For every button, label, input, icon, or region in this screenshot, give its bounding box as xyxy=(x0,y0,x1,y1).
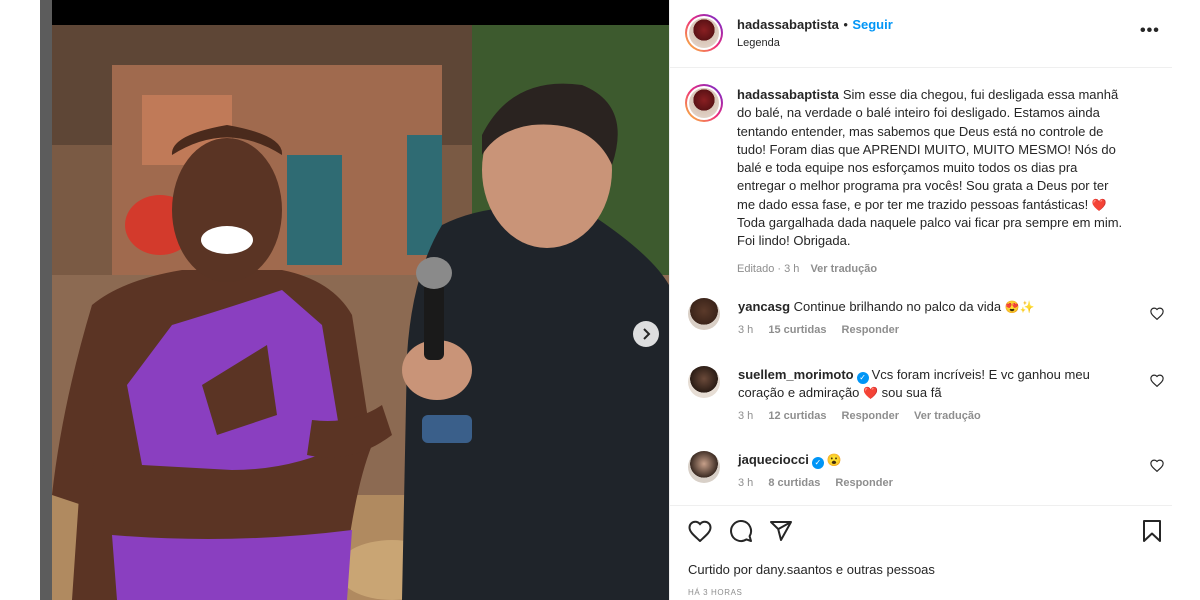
photo-top-bar xyxy=(52,0,669,25)
caption-text-2: Toda gargalhada dada naquele palco vai f… xyxy=(737,215,1123,249)
comment-time: 3 h xyxy=(738,324,754,336)
comment-avatar[interactable] xyxy=(688,366,720,398)
reply-button[interactable]: Responder xyxy=(835,477,892,489)
comment-meta: 3 h 8 curtidas Responder xyxy=(738,477,905,489)
liked-by-text[interactable]: Curtido por dany.saantos e outras pessoa… xyxy=(688,562,935,577)
comment-icon[interactable] xyxy=(729,519,753,543)
comment-meta: 3 h 12 curtidas Responder Ver tradução xyxy=(738,410,993,422)
see-translation-link[interactable]: Ver tradução xyxy=(810,263,877,275)
caption-username[interactable]: hadassabaptista xyxy=(737,87,839,102)
heart-emoji: ❤️ xyxy=(1091,197,1107,212)
comment-emoji: 😮 xyxy=(826,453,842,467)
post-caption: hadassabaptista Sim esse dia chegou, fui … xyxy=(737,86,1127,278)
follow-button[interactable]: Seguir xyxy=(852,17,892,32)
comment-time: 3 h xyxy=(738,477,754,489)
post-actions: Curtido por dany.saantos e outras pessoa… xyxy=(670,505,1172,600)
comment-time: 3 h xyxy=(738,410,754,422)
author-username[interactable]: hadassabaptista xyxy=(737,17,839,32)
photo-illustration xyxy=(52,25,669,600)
reply-button[interactable]: Responder xyxy=(842,410,899,422)
heart-icon[interactable] xyxy=(1150,374,1164,387)
comment-meta: 3 h 15 curtidas Responder xyxy=(738,324,911,336)
next-photo-button[interactable] xyxy=(633,321,659,347)
comment-body: suellem_morimoto ✓ Vcs foram incríveis! E … xyxy=(738,366,1098,402)
comment-likes[interactable]: 12 curtidas xyxy=(768,410,826,422)
author-avatar[interactable] xyxy=(689,18,719,48)
comment-avatar[interactable] xyxy=(688,298,720,330)
comment-item: jaqueciocci ✓ 😮 3 h 8 curtidas Responder xyxy=(688,451,1164,496)
verified-badge-icon: ✓ xyxy=(811,457,824,469)
post-photo xyxy=(52,25,669,600)
verified-badge-icon: ✓ xyxy=(856,372,869,384)
heart-icon[interactable] xyxy=(1150,307,1164,320)
comment-body: yancasg Continue brilhando no palco da v… xyxy=(738,298,1118,316)
caption-text: Sim esse dia chegou, fui desligada essa … xyxy=(737,87,1119,212)
comment-text-after: sou sua fã xyxy=(881,385,942,400)
bookmark-icon[interactable] xyxy=(1142,519,1162,543)
chevron-right-icon xyxy=(643,328,651,340)
comment-text: Continue brilhando no palco da vida xyxy=(793,299,1002,314)
see-translation-link[interactable]: Ver tradução xyxy=(914,410,981,422)
post-subtitle: Legenda xyxy=(737,37,780,49)
comment-username[interactable]: yancasg xyxy=(738,299,790,314)
comment-item: yancasg Continue brilhando no palco da v… xyxy=(688,298,1164,348)
comment-body: jaqueciocci ✓ 😮 xyxy=(738,451,1118,469)
comment-username[interactable]: suellem_morimoto xyxy=(738,367,854,382)
share-icon[interactable] xyxy=(769,519,793,543)
comment-emoji: ❤️ xyxy=(863,386,878,400)
more-icon[interactable]: ••• xyxy=(1140,22,1160,40)
comment-username[interactable]: jaqueciocci xyxy=(738,452,809,467)
post-header: hadassabaptista • Seguir Legenda ••• xyxy=(670,0,1172,68)
heart-icon[interactable] xyxy=(1150,459,1164,472)
comment-avatar[interactable] xyxy=(688,451,720,483)
comment-likes[interactable]: 8 curtidas xyxy=(768,477,820,489)
post-details-panel: hadassabaptista • Seguir Legenda ••• had… xyxy=(669,0,1172,600)
caption-meta: Editado · 3 h Ver tradução xyxy=(737,260,1127,278)
heart-icon[interactable] xyxy=(688,520,712,542)
window-edge xyxy=(40,0,52,600)
comment-emoji: 😍✨ xyxy=(1004,300,1035,314)
caption-edited: Editado · 3 h xyxy=(737,262,800,275)
comment-likes[interactable]: 15 curtidas xyxy=(768,324,826,336)
comment-item: suellem_morimoto ✓ Vcs foram incríveis! E … xyxy=(688,366,1164,428)
post-time: HÁ 3 HORAS xyxy=(688,588,743,597)
separator-dot: • xyxy=(843,17,848,32)
reply-button[interactable]: Responder xyxy=(842,324,899,336)
caption-avatar[interactable] xyxy=(689,88,719,118)
